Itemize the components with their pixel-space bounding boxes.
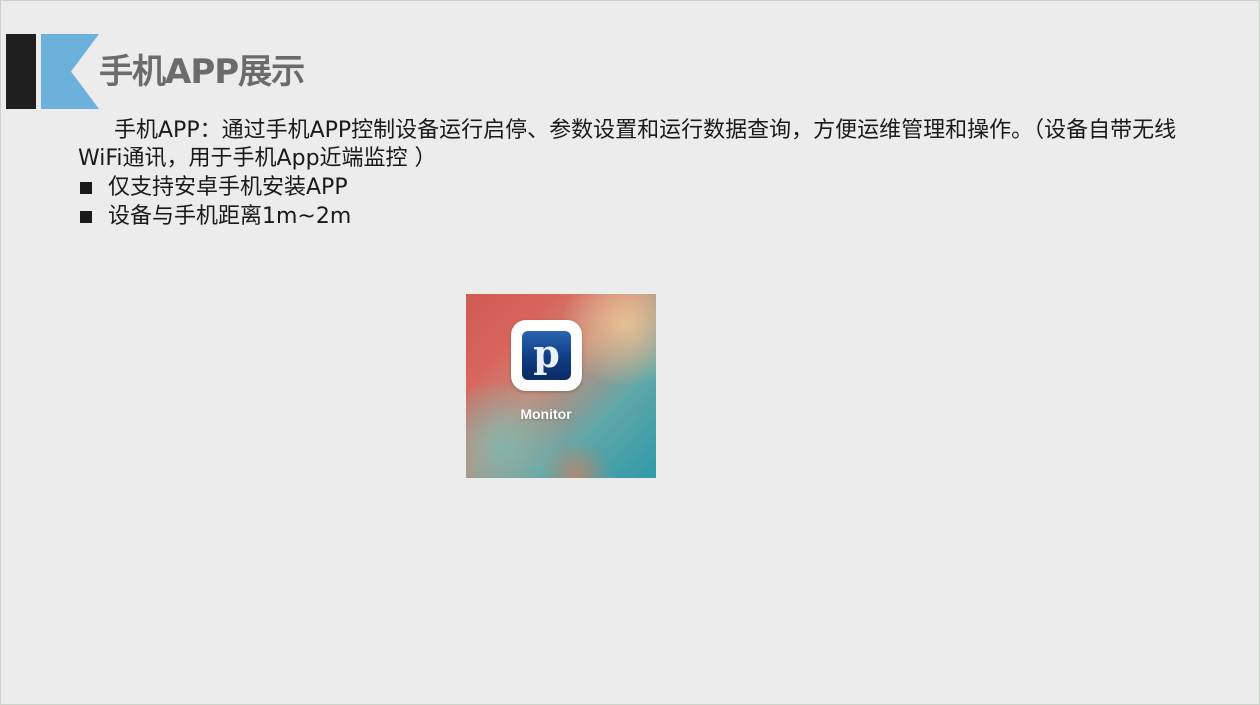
intro-text: 手机APP：通过手机APP控制设备运行启停、参数设置和运行数据查询，方便运维管理… <box>78 118 1177 171</box>
intro-paragraph: 手机APP：通过手机APP控制设备运行启停、参数设置和运行数据查询，方便运维管理… <box>78 117 1188 173</box>
square-bullet-icon <box>80 181 92 194</box>
bullet-list: 仅支持安卓手机安装APP 设备与手机距离1m~2m <box>78 173 351 231</box>
square-bullet-icon <box>80 210 92 223</box>
bullet-text: 仅支持安卓手机安装APP <box>108 175 348 200</box>
title-accent-bar <box>6 34 36 109</box>
page-title: 手机APP展示 <box>99 52 305 92</box>
app-label[interactable]: Monitor <box>466 406 626 422</box>
list-item: 仅支持安卓手机安装APP <box>78 173 351 202</box>
app-screenshot: p Monitor <box>466 294 656 478</box>
bullet-text: 设备与手机距离1m~2m <box>108 204 352 229</box>
slide: 手机APP展示 手机APP：通过手机APP控制设备运行启停、参数设置和运行数据查… <box>0 0 1260 705</box>
app-icon-glyph: p <box>533 330 560 376</box>
app-icon-tile: p <box>522 331 571 380</box>
monitor-app-icon[interactable]: p <box>511 320 582 391</box>
title-chevron-icon <box>41 34 99 109</box>
list-item: 设备与手机距离1m~2m <box>78 202 351 231</box>
